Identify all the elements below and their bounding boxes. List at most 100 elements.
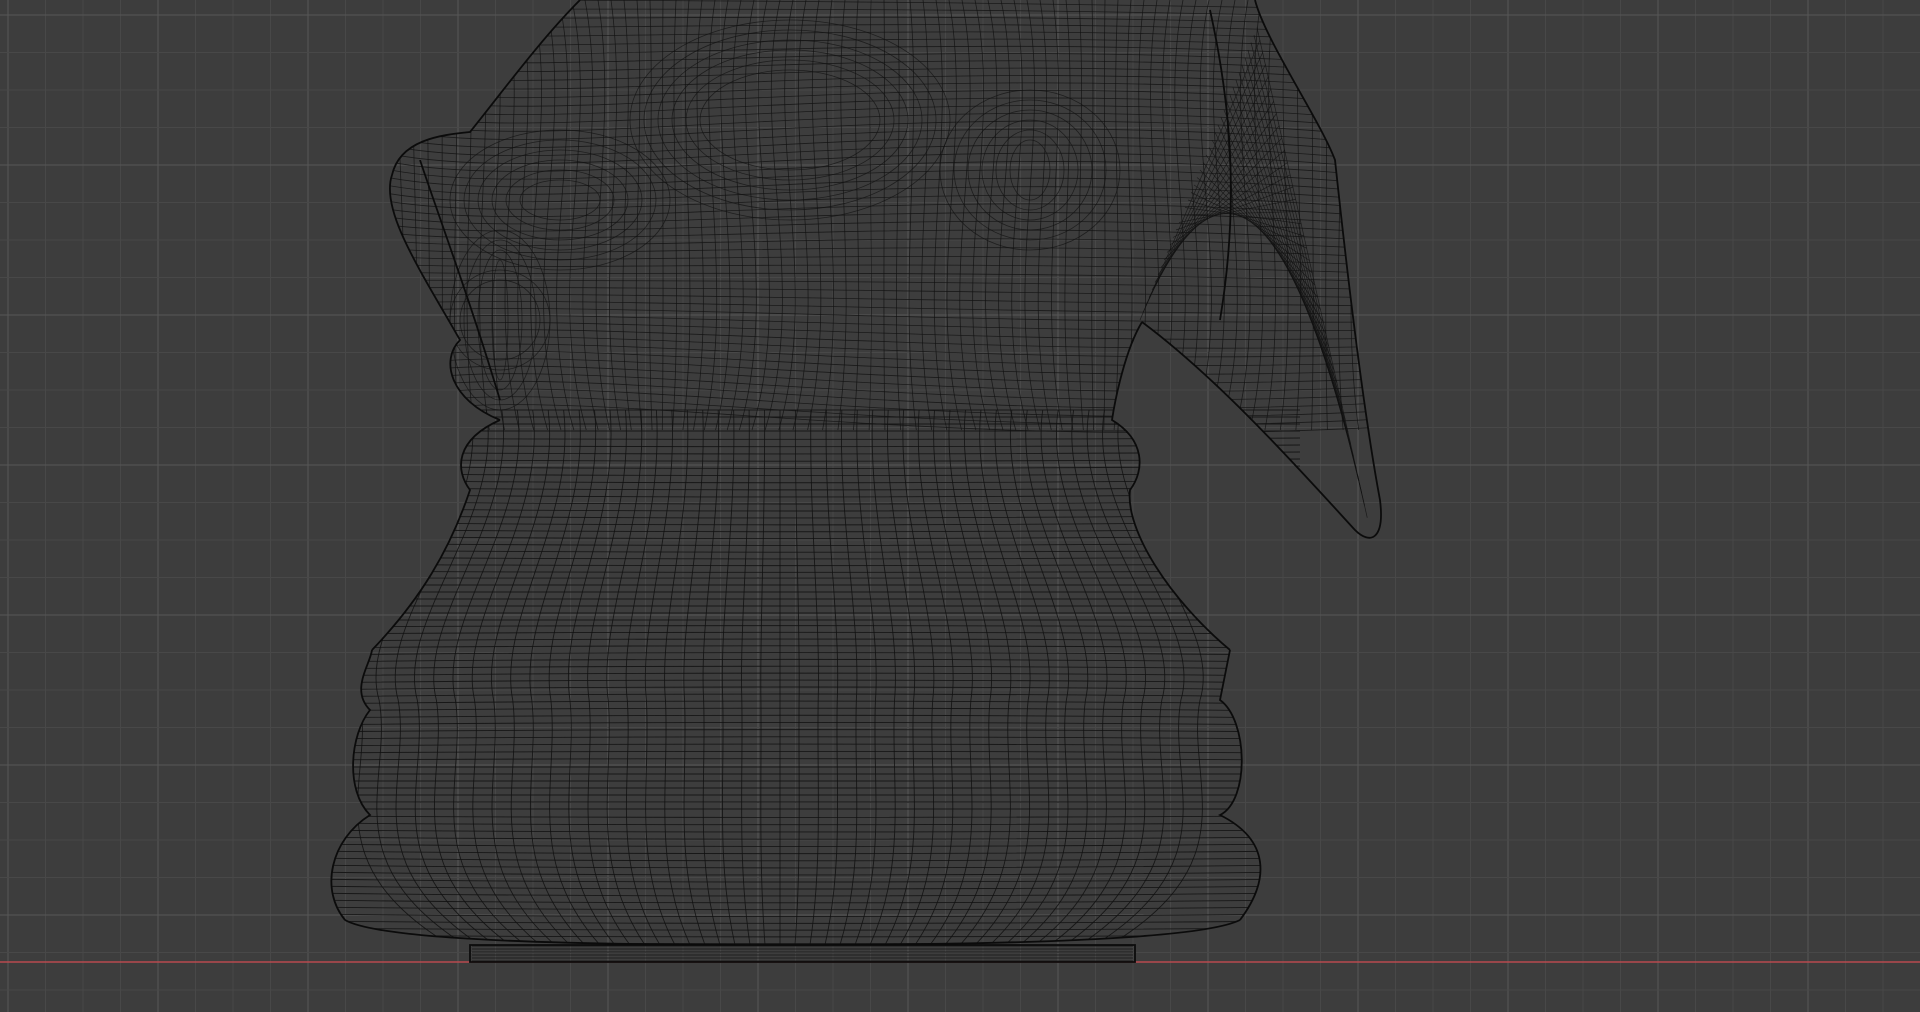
mesh-edge-ring bbox=[331, 549, 1301, 553]
mesh-edge-meridian bbox=[644, 409, 676, 945]
mesh-edge-head-col bbox=[933, 0, 948, 431]
mesh-edge-head-col bbox=[972, 0, 991, 431]
mesh-edge-meridian bbox=[1109, 409, 1204, 945]
mesh-edge-meridian bbox=[989, 409, 1050, 945]
mesh-edge-head-col bbox=[556, 0, 575, 431]
mesh-edge-head-col bbox=[1145, 0, 1160, 431]
mesh-edge-ring bbox=[331, 765, 1301, 768]
mesh-edge-head-col bbox=[682, 0, 691, 431]
mesh-edge-meridian bbox=[884, 409, 916, 945]
mesh-edge-ring bbox=[331, 458, 1301, 462]
mesh-edge-head-col bbox=[661, 0, 664, 431]
mesh-edge-head-col bbox=[1113, 0, 1120, 431]
mesh-edge-head-col bbox=[946, 0, 962, 431]
mesh-edge-loop bbox=[449, 229, 551, 411]
knight-mesh-wireframe[interactable] bbox=[300, 0, 1404, 963]
mesh-edge-ring bbox=[331, 472, 1301, 477]
mesh-edge-ring bbox=[331, 679, 1301, 684]
mesh-edge-ring bbox=[331, 542, 1301, 546]
mesh-edge-ear bbox=[1256, 27, 1368, 518]
mesh-edge-head-col bbox=[491, 0, 505, 431]
mesh-edge-ring bbox=[331, 645, 1301, 649]
mesh-edge-head-col bbox=[504, 0, 520, 431]
mesh-edge-ring bbox=[331, 479, 1301, 484]
mesh-edge-ring bbox=[331, 437, 1301, 440]
mesh-edge-ring bbox=[331, 618, 1301, 621]
mesh-edge-head-col bbox=[543, 0, 562, 431]
mesh-edge-ring bbox=[331, 736, 1301, 740]
mesh-edge-ring bbox=[331, 514, 1301, 519]
mesh-edge-ring bbox=[331, 638, 1301, 642]
mesh-edge-meridian bbox=[1064, 409, 1146, 945]
mesh-edge-meridian bbox=[452, 409, 526, 945]
mesh-edge-ring bbox=[331, 570, 1301, 573]
viewport-scene[interactable] bbox=[0, 0, 1920, 1012]
mesh-edge-meridian bbox=[869, 409, 896, 945]
mesh-edge-meridian bbox=[944, 409, 993, 945]
mesh-edge-ring bbox=[331, 721, 1301, 726]
mesh-edge-head-col bbox=[1037, 0, 1052, 431]
mesh-edge-meridian bbox=[899, 409, 935, 945]
mesh-edge-meridian bbox=[356, 409, 451, 945]
mesh-edge-meridian bbox=[394, 409, 481, 945]
mesh-edge-ring bbox=[331, 878, 1301, 883]
mesh-silhouette-edge bbox=[469, 944, 1136, 963]
mesh-edge-loop bbox=[459, 279, 541, 361]
mesh-edge-head-col bbox=[896, 0, 902, 431]
mesh-edge-ring bbox=[331, 563, 1301, 567]
mesh-edge-ring bbox=[331, 693, 1301, 698]
mesh-edge-ring bbox=[331, 927, 1301, 931]
mesh-edge-head-col bbox=[649, 0, 653, 431]
mesh-edge-ring bbox=[331, 892, 1301, 897]
mesh-edge-ear bbox=[1247, 49, 1360, 482]
mesh-edge-ring bbox=[331, 850, 1301, 855]
mesh-edge-head-col bbox=[395, 0, 405, 431]
mesh-edge-ring bbox=[331, 493, 1301, 498]
mesh-edge-meridian bbox=[625, 409, 661, 945]
mesh-edge-ring bbox=[331, 843, 1301, 847]
mesh-edge-ring bbox=[331, 507, 1301, 512]
mesh-edge-head-col bbox=[426, 0, 430, 431]
mesh-edge-ring bbox=[331, 707, 1301, 712]
mesh-edge-meridian bbox=[1079, 409, 1166, 945]
mesh-edge-head-col bbox=[635, 0, 643, 431]
mesh-edge-head-col bbox=[751, 0, 770, 431]
mesh-edge-ring bbox=[331, 631, 1301, 635]
mesh-edge-meridian bbox=[683, 409, 706, 945]
mesh-edge-meridian bbox=[529, 409, 586, 945]
mesh-edge-ring bbox=[331, 444, 1301, 448]
mesh-edge-ring bbox=[331, 941, 1301, 945]
mesh-edge-meridian bbox=[510, 409, 571, 945]
mesh-edge-ring bbox=[331, 822, 1301, 826]
mesh-edge-meridian bbox=[1004, 409, 1070, 945]
mesh-edge-ring bbox=[331, 864, 1301, 869]
mesh-edge-head-col bbox=[379, 0, 392, 431]
mesh-edge-meridian bbox=[414, 409, 496, 945]
mesh-edge-head-col bbox=[1024, 0, 1041, 431]
mesh-edge-head-col bbox=[1051, 0, 1063, 431]
mesh-edge-loop bbox=[477, 249, 523, 391]
mesh-edge-ring bbox=[331, 808, 1301, 811]
mesh-edge-head-col bbox=[1124, 0, 1133, 431]
mesh-edge-ring bbox=[331, 700, 1301, 705]
mesh-edge-head-col bbox=[764, 0, 783, 431]
mesh-edge-loop bbox=[449, 269, 551, 371]
mesh-edge-ring bbox=[331, 815, 1301, 818]
mesh-edge-ring bbox=[331, 906, 1301, 911]
mesh-edge-head-col bbox=[1156, 0, 1173, 431]
mesh-edge-ring bbox=[331, 665, 1301, 670]
mesh-edge-ring bbox=[331, 885, 1301, 890]
mesh-edge-head-col bbox=[410, 0, 418, 431]
mesh-edge-ring bbox=[331, 772, 1301, 775]
3d-viewport[interactable] bbox=[0, 0, 1920, 1012]
mesh-edge-head-col bbox=[985, 0, 1004, 431]
mesh-edge-ring bbox=[331, 625, 1301, 628]
mesh-edge-ring bbox=[331, 857, 1301, 862]
mesh-edge-ring bbox=[331, 611, 1301, 614]
mesh-edge-ring bbox=[331, 584, 1301, 587]
mesh-edge-ring bbox=[331, 672, 1301, 677]
mesh-edge-meridian bbox=[929, 409, 973, 945]
mesh-edge-head-col bbox=[1091, 0, 1095, 431]
mesh-edge-head-col bbox=[1134, 0, 1146, 431]
mesh-edge-head-col bbox=[1363, 0, 1375, 431]
